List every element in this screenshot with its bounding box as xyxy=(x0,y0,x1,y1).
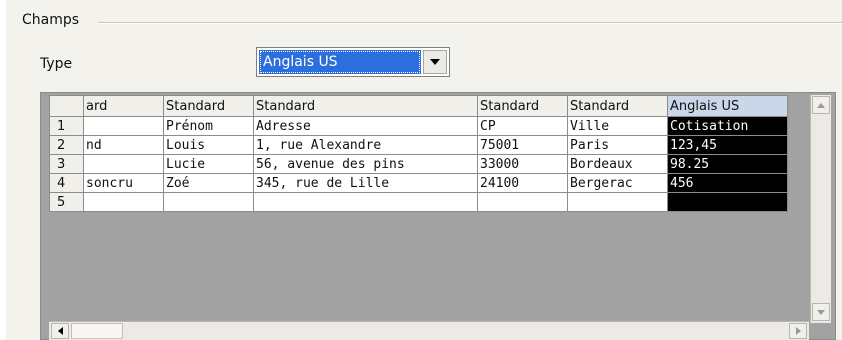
scroll-up-button[interactable] xyxy=(812,96,830,114)
preview-table: ard Standard Standard Standard Standard … xyxy=(49,95,788,212)
table-cell-selected: 123,45 xyxy=(667,135,788,155)
table-cell-selected xyxy=(667,192,788,212)
table-cell: 56, avenue des pins xyxy=(253,154,478,174)
scroll-right-icon xyxy=(795,327,801,335)
column-header-selected[interactable]: Anglais US xyxy=(667,95,788,117)
chevron-down-icon xyxy=(430,59,440,65)
table-cell xyxy=(567,192,668,212)
scroll-left-button[interactable] xyxy=(51,323,69,339)
group-border xyxy=(98,22,842,23)
data-preview-grid: ard Standard Standard Standard Standard … xyxy=(40,92,836,340)
scroll-right-button[interactable] xyxy=(789,323,807,339)
table-cell: 75001 xyxy=(477,135,568,155)
type-label: Type xyxy=(40,56,72,72)
row-number[interactable]: 1 xyxy=(49,116,84,136)
scroll-down-button[interactable] xyxy=(812,303,830,321)
group-title: Champs xyxy=(22,12,86,28)
table-cell: Louis xyxy=(163,135,254,155)
table-cell: Adresse xyxy=(253,116,478,136)
scroll-down-icon xyxy=(817,309,825,315)
row-number[interactable]: 2 xyxy=(49,135,84,155)
table-cell xyxy=(477,192,568,212)
vertical-scrollbar[interactable] xyxy=(810,95,831,323)
scroll-left-icon xyxy=(57,327,63,335)
table-cell-selected: 98.25 xyxy=(667,154,788,174)
row-number[interactable]: 3 xyxy=(49,154,84,174)
table-cell xyxy=(253,192,478,212)
corner-cell[interactable] xyxy=(49,95,84,117)
table-cell: 345, rue de Lille xyxy=(253,173,478,193)
table-cell: CP xyxy=(477,116,568,136)
scroll-up-icon xyxy=(817,102,825,108)
table-cell: Lucie xyxy=(163,154,254,174)
table-cell: 24100 xyxy=(477,173,568,193)
table-cell: Bergerac xyxy=(567,173,668,193)
table-cell xyxy=(163,192,254,212)
column-header[interactable]: Standard xyxy=(163,95,254,117)
type-label-text: Type xyxy=(40,56,73,72)
table-row: 2 nd Louis 1, rue Alexandre 75001 Paris … xyxy=(49,135,788,155)
row-number[interactable]: 5 xyxy=(49,192,84,212)
champs-panel: Champs Type Anglais US ard Standard Stan… xyxy=(6,0,842,340)
table-cell xyxy=(83,154,164,174)
type-select[interactable]: Anglais US xyxy=(256,47,450,77)
horizontal-scrollbar[interactable] xyxy=(49,321,809,340)
table-cell: 1, rue Alexandre xyxy=(253,135,478,155)
table-cell: Paris xyxy=(567,135,668,155)
column-header-row: ard Standard Standard Standard Standard … xyxy=(49,95,788,117)
table-row: 3 Lucie 56, avenue des pins 33000 Bordea… xyxy=(49,154,788,174)
table-row: 1 Prénom Adresse CP Ville Cotisation xyxy=(49,116,788,136)
table-cell: 33000 xyxy=(477,154,568,174)
table-row: 5 xyxy=(49,192,788,212)
table-cell: Bordeaux xyxy=(567,154,668,174)
type-select-value[interactable]: Anglais US xyxy=(259,50,421,74)
table-cell xyxy=(83,192,164,212)
table-cell: soncru xyxy=(83,173,164,193)
table-cell-selected: Cotisation xyxy=(667,116,788,136)
row-number[interactable]: 4 xyxy=(49,173,84,193)
table-cell: Prénom xyxy=(163,116,254,136)
table-cell-selected: 456 xyxy=(667,173,788,193)
table-cell: Ville xyxy=(567,116,668,136)
column-header[interactable]: Standard xyxy=(253,95,478,117)
column-header[interactable]: ard xyxy=(83,95,164,117)
table-cell xyxy=(83,116,164,136)
column-header[interactable]: Standard xyxy=(477,95,568,117)
column-header[interactable]: Standard xyxy=(567,95,668,117)
type-dropdown-button[interactable] xyxy=(423,50,447,74)
table-cell: Zoé xyxy=(163,173,254,193)
table-cell: nd xyxy=(83,135,164,155)
horizontal-scroll-thumb[interactable] xyxy=(71,323,123,339)
table-row: 4 soncru Zoé 345, rue de Lille 24100 Ber… xyxy=(49,173,788,193)
